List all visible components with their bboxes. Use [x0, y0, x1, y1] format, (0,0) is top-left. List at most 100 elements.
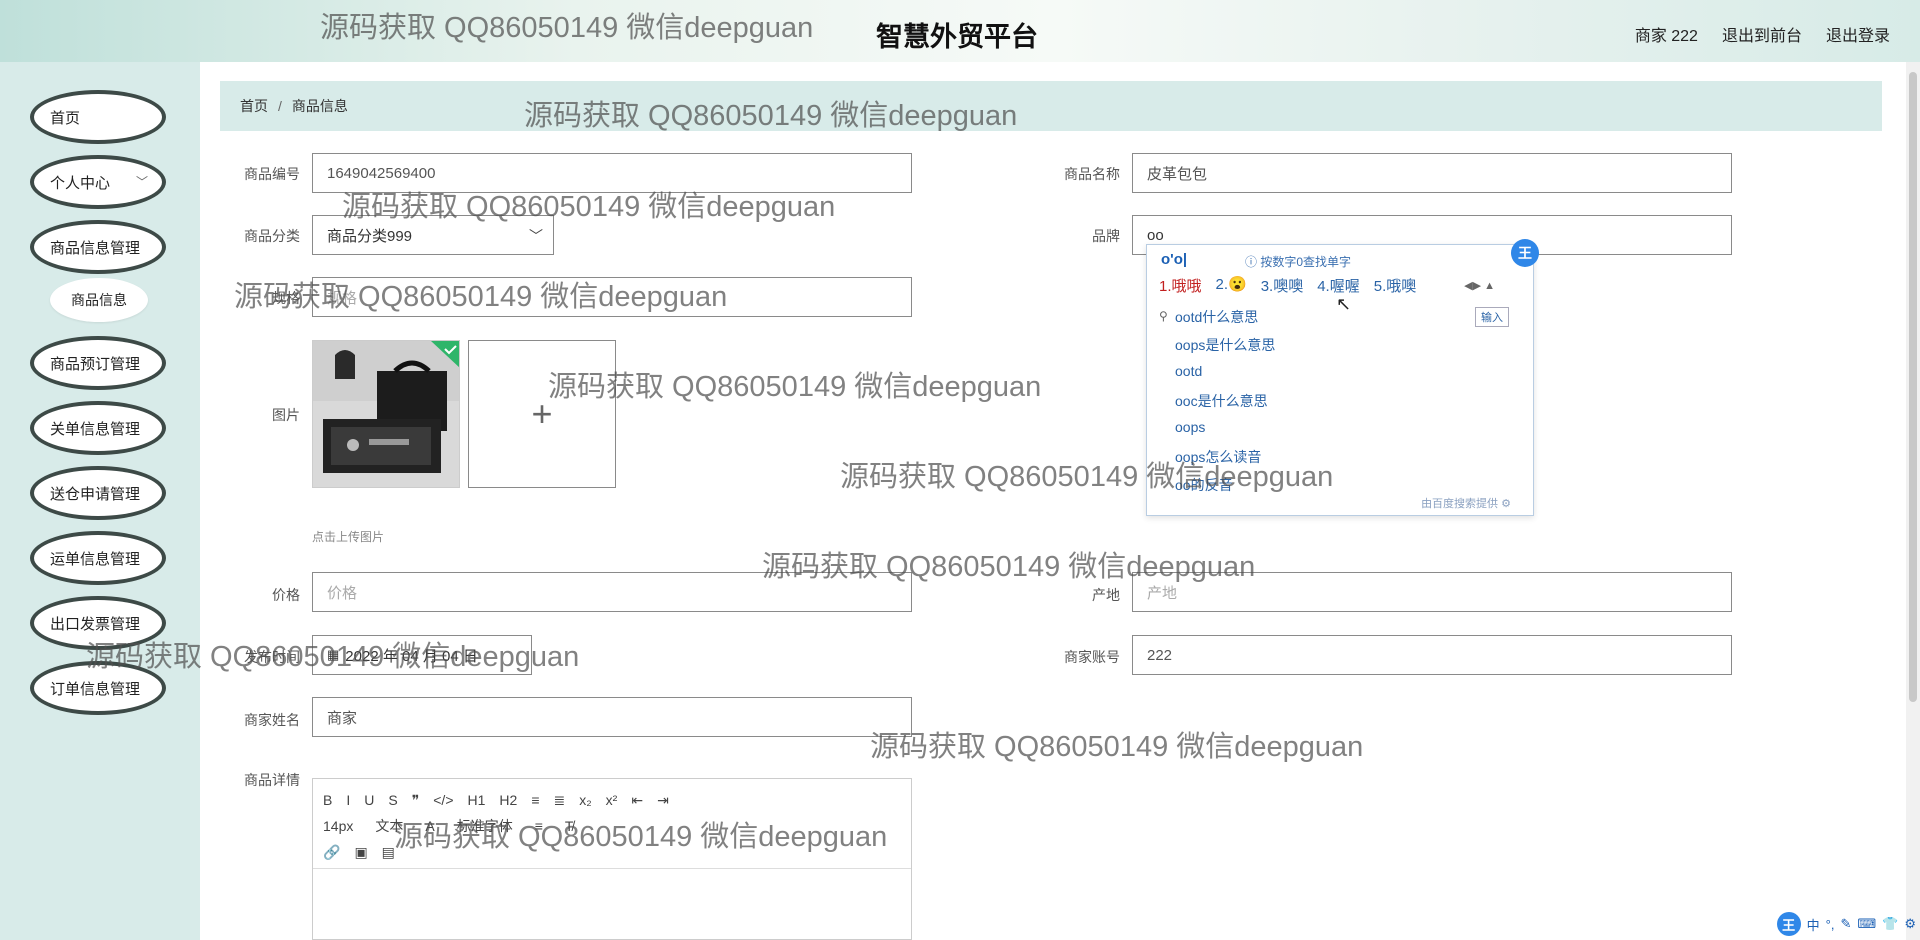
ime-page-arrows[interactable]: ◀▶ ▲	[1464, 279, 1495, 292]
ime-status-item[interactable]: ⚙	[1904, 916, 1916, 932]
breadcrumb-home[interactable]: 首页	[240, 96, 268, 116]
toolbar-row-insert: 🔗 ▣ ▤	[323, 839, 901, 865]
ime-status-item[interactable]: ✎	[1840, 916, 1851, 932]
rich-text-editor[interactable]: B I U S ❞ </> H1 H2 ≡ ≣ x₂ x² ⇤ ⇥ 14px 文本 A 标准字体 ≡ T̸…	[312, 778, 912, 940]
font-color-button[interactable]: A	[425, 818, 434, 834]
toolbar-button[interactable]: </>	[433, 792, 453, 808]
merchant-account-field[interactable]: 222	[1132, 635, 1732, 675]
date-value: 2022 年 04 月 04 日	[345, 647, 478, 665]
merchant-name-field[interactable]: 商家	[312, 697, 912, 737]
font-family-select[interactable]: 标准字体	[457, 816, 513, 836]
sidebar-item-label: 关单信息管理	[50, 420, 141, 438]
ime-suggestion[interactable]: oops是什么意思	[1175, 335, 1275, 355]
top-header: 智慧外贸平台 商家 222 退出到前台 退出登录	[0, 0, 1920, 62]
ime-suggestion[interactable]: oo的反音	[1175, 475, 1233, 495]
sidebar-item-warehouse-application[interactable]: 送仓申请管理	[30, 466, 166, 520]
ime-status-item[interactable]: 👕	[1882, 916, 1898, 932]
ime-suggestion[interactable]: ootd什么意思	[1175, 307, 1258, 327]
link-icon[interactable]: 🔗	[323, 844, 340, 861]
watermark: 源码获取 QQ86050149 微信deepguan	[548, 371, 1042, 403]
ime-tip: ⓘ 按数字0查找单字	[1245, 253, 1351, 270]
origin-field[interactable]: 产地	[1132, 572, 1732, 612]
name-field[interactable]: 皮革包包	[1132, 153, 1732, 193]
sidebar-item-customs-management[interactable]: 关单信息管理	[30, 401, 166, 455]
sidebar-item-label: 商品信息	[71, 292, 127, 308]
clear-format-button[interactable]: T̸	[565, 818, 574, 834]
sidebar-item-waybill-management[interactable]: 运单信息管理	[30, 531, 166, 585]
sidebar-item-invoice-management[interactable]: 出口发票管理	[30, 596, 166, 650]
exit-to-front-link[interactable]: 退出到前台	[1722, 22, 1802, 46]
leather-case-image	[313, 341, 459, 487]
breadcrumb-current: 商品信息	[291, 98, 348, 114]
chevron-down-icon: ﹀	[529, 228, 543, 244]
merchant-name-label: 商家姓名	[244, 712, 300, 728]
font-size-select[interactable]: 14px	[323, 818, 353, 834]
ime-candidate[interactable]: 2.😮	[1216, 275, 1247, 296]
ime-status-item[interactable]: 中	[1807, 915, 1820, 934]
ime-candidate[interactable]: 5.哦噢	[1374, 275, 1417, 296]
calendar-icon: ▦	[327, 647, 340, 662]
spec-field[interactable]: 规格	[312, 277, 912, 317]
ime-status-item[interactable]: ⌨	[1857, 916, 1876, 932]
sidebar-subitem-product-info[interactable]: 商品信息	[50, 278, 148, 322]
toolbar-button[interactable]: ❞	[412, 792, 420, 809]
date-picker[interactable]: ▦ 2022 年 04 月 04 日	[312, 635, 532, 675]
current-user: 商家 222	[1634, 28, 1698, 45]
align-button[interactable]: ≡	[535, 818, 543, 834]
ime-candidates: 1.哦哦 2.😮 3.噢噢 4.喔喔 5.哦噢	[1159, 275, 1416, 296]
sidebar-item-order-management[interactable]: 订单信息管理	[30, 661, 166, 715]
toolbar-button[interactable]: S	[388, 792, 397, 808]
toolbar-button[interactable]: ⇥	[657, 792, 669, 809]
text-style-select[interactable]: 文本	[375, 816, 403, 836]
video-icon[interactable]: ▤	[382, 844, 395, 861]
toolbar-button[interactable]: ⇤	[631, 792, 643, 809]
ime-suggestion[interactable]: ootd	[1175, 363, 1202, 379]
toolbar-button[interactable]: x₂	[579, 792, 591, 808]
toolbar-button[interactable]: H2	[499, 792, 517, 808]
info-icon: ⓘ	[1245, 255, 1261, 269]
scrollbar-thumb[interactable]	[1909, 72, 1917, 702]
ime-candidate[interactable]: 1.哦哦	[1159, 275, 1202, 296]
ime-suggestion[interactable]: oops怎么读音	[1175, 447, 1261, 467]
toolbar-button[interactable]: U	[364, 792, 374, 808]
sidebar-item-product-management[interactable]: 商品信息管理	[30, 220, 166, 274]
sidebar-item-label: 送仓申请管理	[50, 485, 141, 503]
add-image-button[interactable]: +	[468, 340, 616, 488]
toolbar-button[interactable]: ≡	[531, 792, 539, 808]
toolbar-button[interactable]: ≣	[553, 792, 565, 809]
image-icon[interactable]: ▣	[354, 844, 367, 861]
category-select[interactable]: 商品分类999 ﹀	[312, 215, 554, 255]
toolbar-button[interactable]: x²	[606, 792, 618, 808]
ime-enter-button[interactable]: 输入	[1475, 307, 1509, 327]
sidebar-item-label: 个人中心	[50, 174, 111, 192]
ime-candidate-popup: o'o| ⓘ 按数字0查找单字 王 1.哦哦 2.😮 3.噢噢 4.喔喔 5.哦噢 ◀▶…	[1146, 239, 1539, 516]
category-label: 商品分类	[244, 228, 300, 244]
sidebar-item-home[interactable]: 首页	[30, 90, 166, 144]
page-scrollbar[interactable]	[1906, 62, 1920, 940]
image-label: 图片	[272, 407, 300, 423]
toolbar-button[interactable]: H1	[468, 792, 486, 808]
ime-logo-icon[interactable]: 王	[1776, 912, 1801, 936]
ime-status-item[interactable]: °,	[1826, 917, 1835, 932]
toolbar-row-formatting: B I U S ❞ </> H1 H2 ≡ ≣ x₂ x² ⇤ ⇥	[323, 787, 901, 813]
logout-link[interactable]: 退出登录	[1826, 22, 1890, 46]
toolbar-button[interactable]: B	[323, 792, 332, 808]
merchant-account-label: 商家账号	[1064, 649, 1120, 665]
breadcrumb-separator: /	[278, 98, 282, 114]
sidebar-item-label: 首页	[50, 109, 81, 127]
toolbar-button[interactable]: I	[346, 792, 350, 808]
code-field[interactable]: 1649042569400	[312, 153, 912, 193]
gear-icon[interactable]: ⚙	[1501, 498, 1511, 510]
code-label: 商品编号	[244, 166, 300, 182]
ime-candidate[interactable]: 3.噢噢	[1261, 275, 1304, 296]
product-image-thumbnail[interactable]	[312, 340, 460, 488]
ime-suggestion[interactable]: ooc是什么意思	[1175, 391, 1268, 411]
price-field[interactable]: 价格	[312, 572, 912, 612]
ime-suggestion[interactable]: oops	[1175, 419, 1205, 435]
mouse-pointer-icon: ↖	[1336, 294, 1352, 314]
ime-candidate[interactable]: 4.喔喔	[1317, 275, 1360, 296]
ime-status-bar: 王 中 °, ✎ ⌨ 👕 ⚙	[1776, 912, 1916, 936]
sidebar-item-booking-management[interactable]: 商品预订管理	[30, 336, 166, 390]
breadcrumb: 首页 / 商品信息	[220, 81, 1882, 131]
sidebar-item-personal-center[interactable]: 个人中心 ﹀	[30, 155, 166, 209]
